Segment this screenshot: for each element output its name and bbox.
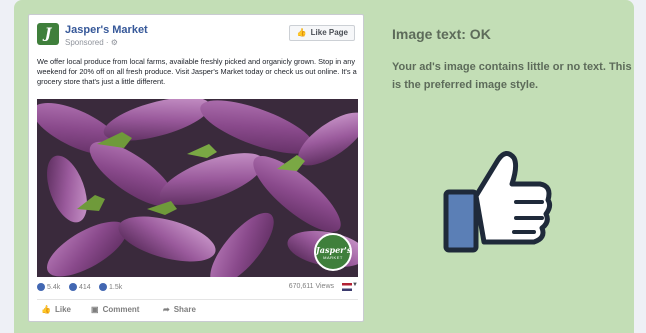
- comment-button[interactable]: ▣ Comment: [91, 305, 139, 314]
- badge-sub: MARKET: [323, 255, 343, 260]
- like-icon: 👍: [296, 28, 307, 37]
- eggplant-photo: [37, 99, 358, 277]
- like-label: Like: [54, 305, 71, 314]
- post-body-text: We offer local produce from local farms,…: [37, 57, 357, 86]
- page-logo: J: [37, 23, 59, 45]
- image-text-description: Your ad's image contains little or no te…: [392, 61, 632, 91]
- like-page-button[interactable]: 👍 Like Page: [289, 25, 355, 41]
- like-page-label: Like Page: [310, 28, 348, 37]
- shares-stat[interactable]: 1.5k: [99, 283, 122, 291]
- divider: [37, 299, 358, 300]
- jaspers-badge-logo: Jasper's MARKET: [314, 233, 352, 271]
- flag-icon: [342, 283, 352, 291]
- image-text-heading: Image text: OK: [392, 26, 491, 42]
- views-count: 670,611 Views: [288, 283, 334, 290]
- share-button[interactable]: ➦ Share: [163, 305, 196, 314]
- share-count-icon: [99, 283, 107, 291]
- comments-count: 414: [79, 283, 91, 291]
- thumbs-up-icon: [443, 151, 553, 253]
- comment-label: Comment: [102, 305, 140, 314]
- like-reaction-icon: [37, 283, 45, 291]
- like-button[interactable]: 👍 Like: [41, 305, 71, 314]
- shares-count: 1.5k: [109, 283, 123, 291]
- post-actions: 👍 Like ▣ Comment ➦ Share: [37, 305, 358, 319]
- sponsored-label: Sponsored · ⚙: [65, 38, 118, 47]
- ad-image[interactable]: Jasper's MARKET: [37, 99, 358, 277]
- comment-icon: ▣: [91, 305, 99, 314]
- page-name-link[interactable]: Jasper's Market: [65, 24, 148, 36]
- likes-stat[interactable]: 5.4k: [37, 283, 60, 291]
- share-label: Share: [173, 305, 196, 314]
- badge-name: Jasper's: [316, 245, 352, 255]
- post-stats: 5.4k 414 1.5k 670,611 Views ▼: [37, 282, 358, 295]
- comments-stat[interactable]: 414: [69, 283, 91, 291]
- comment-count-icon: [69, 283, 77, 291]
- chevron-down-icon[interactable]: ▼: [352, 282, 358, 288]
- ad-preview-card: J Jasper's Market Sponsored · ⚙ 👍 Like P…: [28, 14, 364, 322]
- likes-count: 5.4k: [47, 283, 61, 291]
- like-icon: 👍: [41, 305, 51, 314]
- share-icon: ➦: [163, 305, 170, 314]
